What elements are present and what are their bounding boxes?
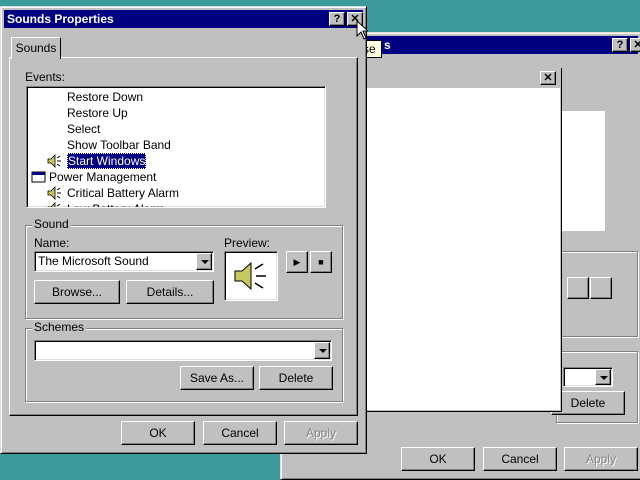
delete-button[interactable]: Delete bbox=[259, 366, 333, 390]
details-label: Details... bbox=[146, 285, 194, 299]
tab-panel: Events: Restore Down Restore Up Select Show… bbox=[9, 57, 358, 416]
dialog-titlebar[interactable]: Sounds Properties ? ✕ bbox=[4, 10, 363, 28]
speaker-icon bbox=[234, 261, 266, 291]
speaker-icon bbox=[47, 202, 61, 207]
background-help-button[interactable]: ? bbox=[612, 38, 628, 52]
chevron-down-icon[interactable] bbox=[196, 253, 212, 270]
event-item[interactable]: Power Management bbox=[49, 169, 156, 185]
dialog-title: Sounds Properties bbox=[7, 12, 114, 26]
chevron-down-icon[interactable] bbox=[314, 342, 330, 359]
stop-icon: ■ bbox=[318, 257, 324, 267]
background-delete-label: Delete bbox=[570, 396, 606, 410]
event-item[interactable]: Restore Up bbox=[67, 105, 128, 121]
ok-label: OK bbox=[149, 426, 167, 440]
cancel-label: Cancel bbox=[221, 426, 259, 440]
event-item[interactable]: Select bbox=[67, 121, 100, 137]
background-ok-label: OK bbox=[429, 452, 447, 466]
sound-name-value: The Microsoft Sound bbox=[38, 254, 149, 268]
play-button[interactable]: ▶ bbox=[286, 251, 308, 273]
cancel-button[interactable]: Cancel bbox=[203, 421, 277, 445]
browse-button[interactable]: Browse... bbox=[34, 280, 120, 304]
background-panel-white bbox=[561, 111, 605, 231]
preview-box bbox=[224, 251, 278, 301]
tab-sounds-label: Sounds bbox=[15, 41, 57, 55]
ok-button[interactable]: OK bbox=[121, 421, 195, 445]
background-cancel-button[interactable]: Cancel bbox=[483, 447, 557, 471]
sound-name-dropdown[interactable]: The Microsoft Sound bbox=[34, 251, 214, 272]
event-item[interactable]: Start Windows bbox=[67, 153, 147, 169]
events-list[interactable]: Restore Down Restore Up Select Show Toolbar… bbox=[26, 86, 326, 208]
schemes-dropdown[interactable] bbox=[34, 340, 332, 361]
save-as-label: Save As... bbox=[189, 371, 245, 385]
stop-button[interactable]: ■ bbox=[310, 251, 332, 273]
background-play-button[interactable] bbox=[567, 277, 589, 299]
play-icon: ▶ bbox=[293, 257, 301, 267]
events-label: Events: bbox=[25, 70, 66, 84]
background-delete-button[interactable]: Delete bbox=[551, 391, 625, 415]
schemes-group-label: Schemes bbox=[32, 320, 87, 334]
sounds-properties-dialog: Sounds Properties ? ✕ Sounds Events: Res… bbox=[0, 6, 367, 454]
tab-sounds[interactable]: Sounds bbox=[11, 37, 61, 59]
delete-label: Delete bbox=[278, 371, 314, 385]
browse-label: Browse... bbox=[51, 285, 102, 299]
preview-label: Preview: bbox=[224, 236, 271, 250]
save-as-button[interactable]: Save As... bbox=[180, 366, 254, 390]
help-button[interactable]: ? bbox=[329, 12, 345, 26]
inner-window-content bbox=[364, 88, 560, 410]
background-schemes-dropdown[interactable] bbox=[563, 367, 613, 387]
event-item[interactable]: Restore Down bbox=[67, 89, 143, 105]
background-apply-button[interactable]: Apply bbox=[564, 447, 638, 471]
background-window-title: s bbox=[384, 38, 391, 52]
background-apply-label: Apply bbox=[585, 452, 617, 466]
apply-button[interactable]: Apply bbox=[284, 421, 358, 445]
sound-group-label: Sound bbox=[32, 217, 71, 231]
background-cancel-label: Cancel bbox=[501, 452, 539, 466]
background-stop-button[interactable] bbox=[590, 277, 612, 299]
inner-window: ✕ bbox=[364, 68, 562, 412]
apply-label: Apply bbox=[305, 426, 337, 440]
event-item[interactable]: Show Toolbar Band bbox=[67, 137, 171, 153]
speaker-icon bbox=[47, 186, 61, 200]
window-icon bbox=[31, 171, 46, 183]
event-item[interactable]: Low Battery Alarm bbox=[67, 201, 164, 207]
background-ok-button[interactable]: OK bbox=[401, 447, 475, 471]
mouse-cursor-icon bbox=[356, 20, 368, 40]
inner-close-button[interactable]: ✕ bbox=[540, 71, 556, 85]
background-close-button[interactable]: ✕ bbox=[630, 38, 640, 52]
event-item[interactable]: Critical Battery Alarm bbox=[67, 185, 179, 201]
speaker-icon bbox=[47, 154, 61, 168]
name-label: Name: bbox=[34, 236, 70, 250]
details-button[interactable]: Details... bbox=[126, 280, 214, 304]
chevron-down-icon[interactable] bbox=[595, 369, 611, 385]
